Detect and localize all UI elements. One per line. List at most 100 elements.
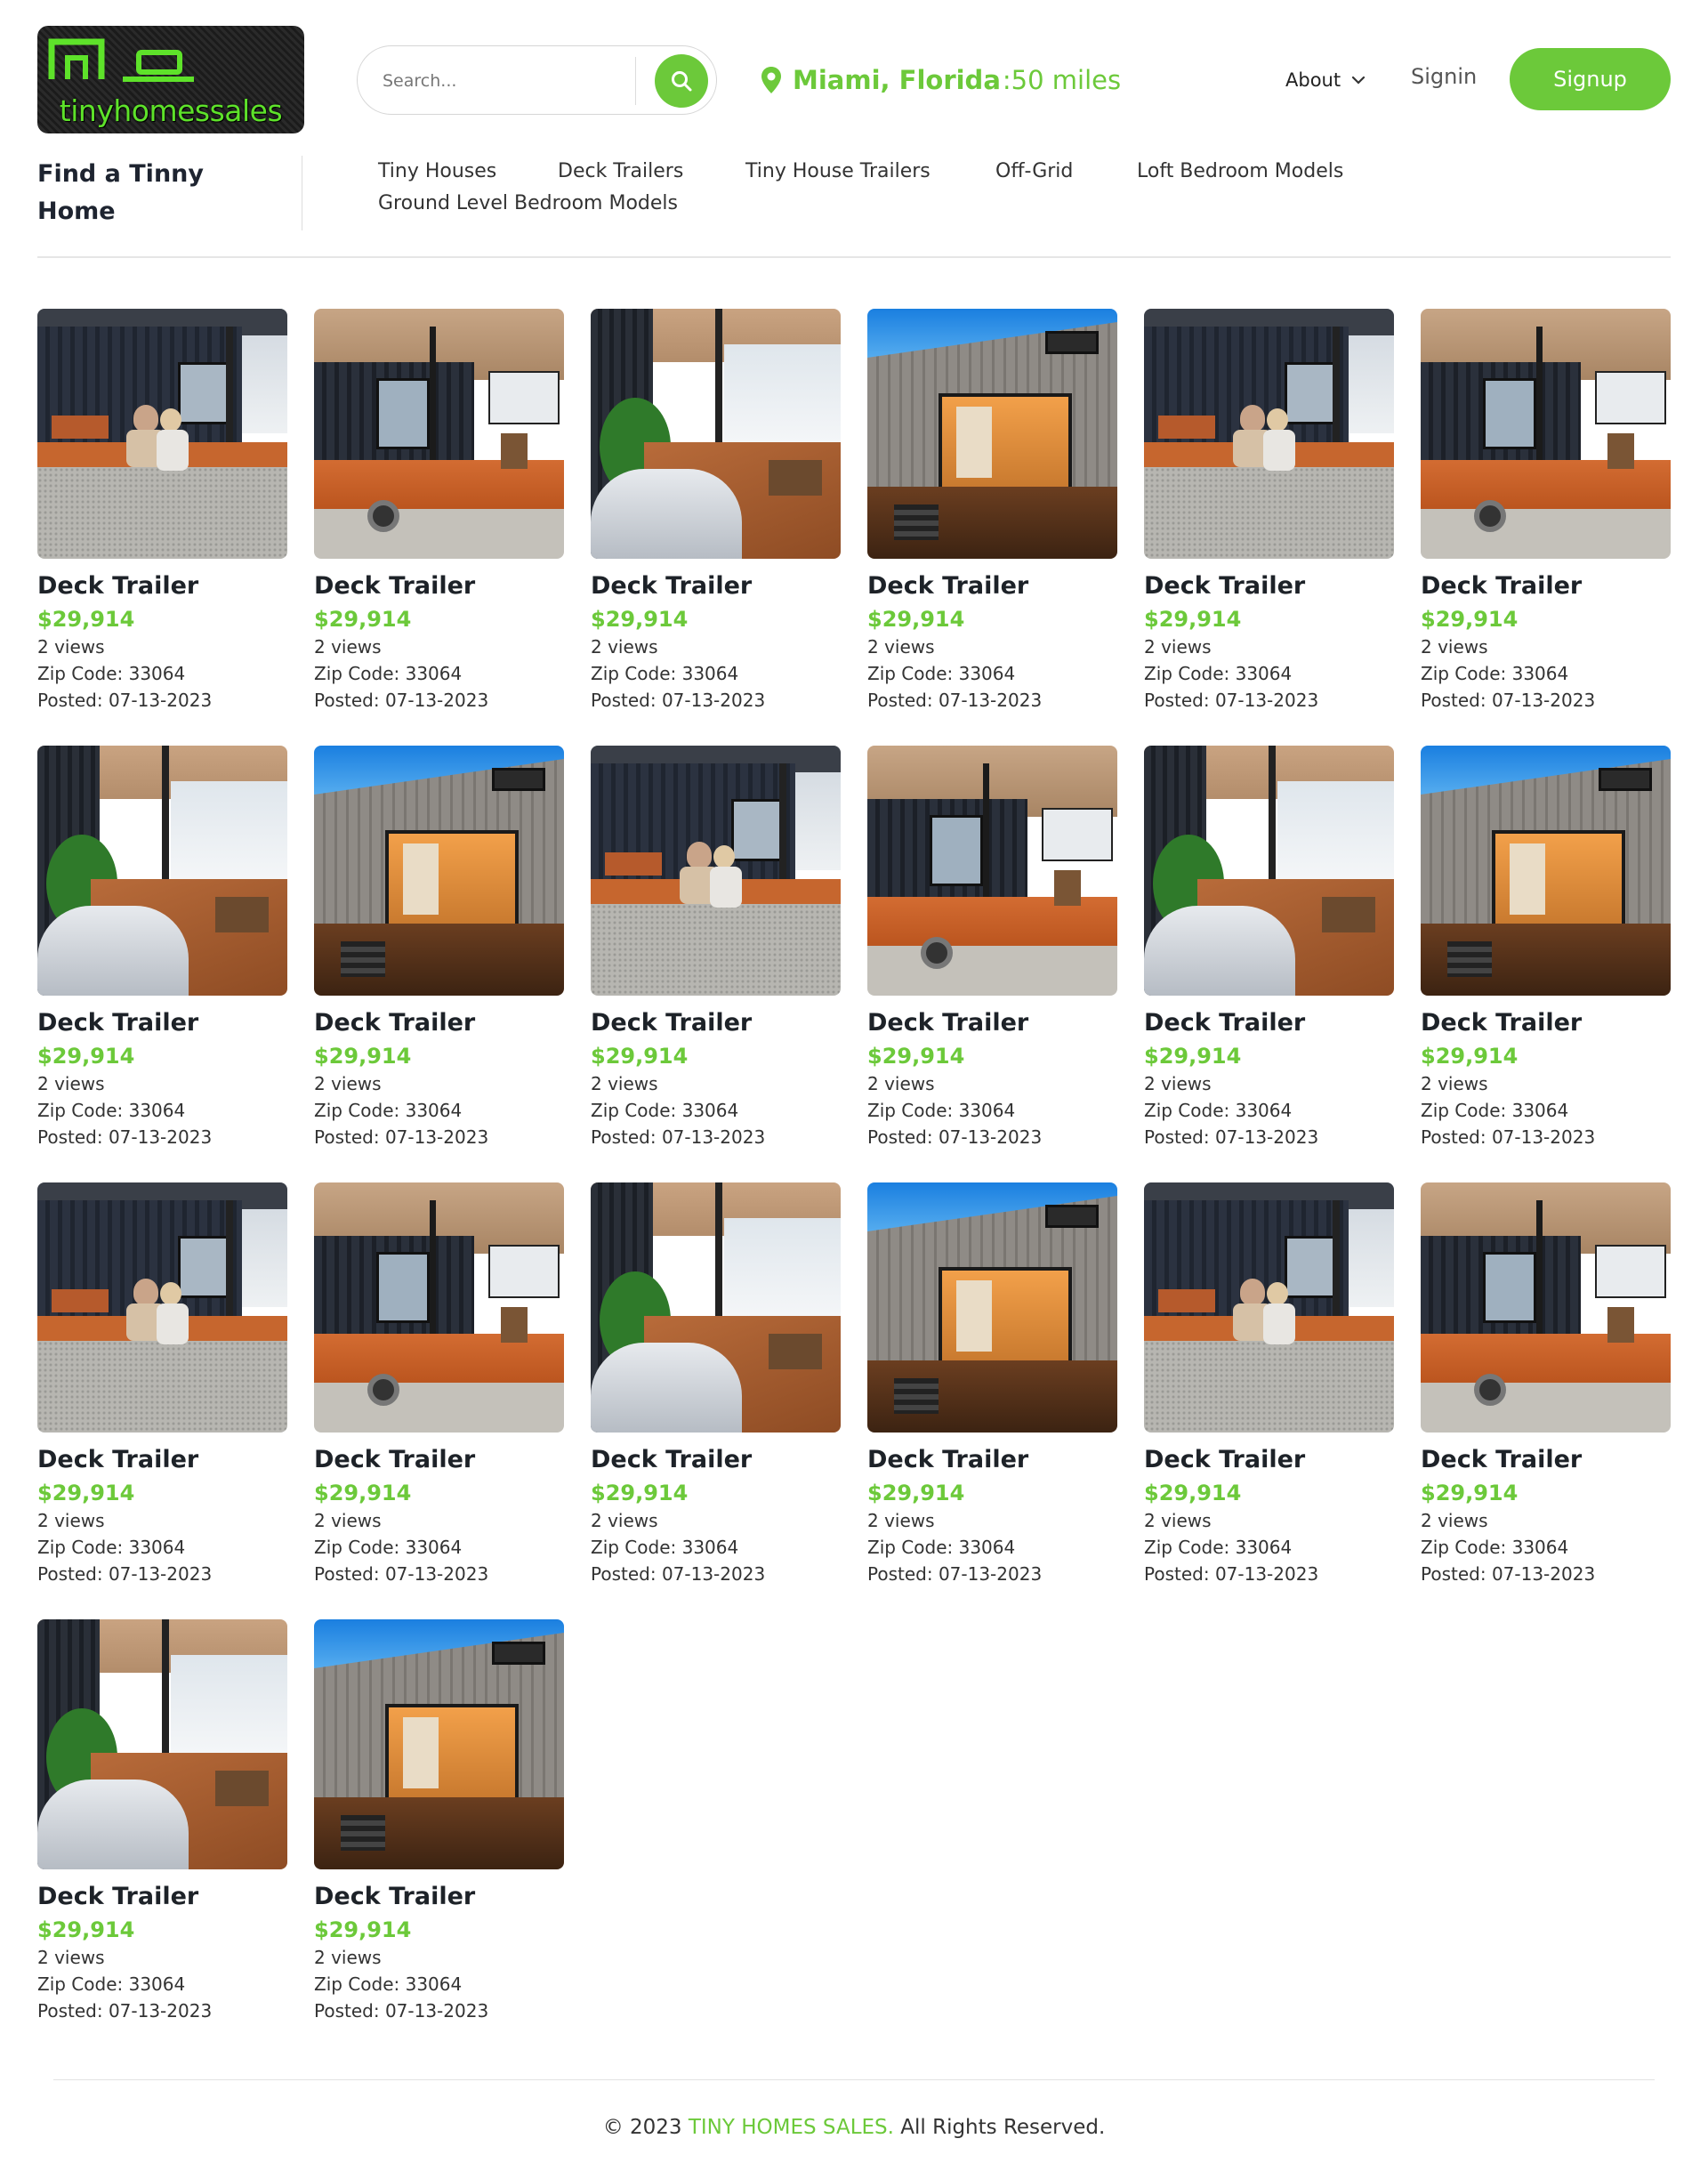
listing-price: $29,914 <box>314 607 412 632</box>
listing-photo[interactable] <box>314 1182 564 1433</box>
listing-title: Deck Trailer <box>37 572 199 600</box>
listing-posted-date: Posted: 07-13-2023 <box>867 1563 1043 1585</box>
listing-card[interactable]: Deck Trailer $29,914 2 views Zip Code: 3… <box>1421 309 1671 720</box>
listing-views: 2 views <box>314 636 382 658</box>
listing-photo[interactable] <box>1421 309 1671 559</box>
listing-price: $29,914 <box>591 607 689 632</box>
listing-views: 2 views <box>37 1073 105 1094</box>
listing-zip-code: Zip Code: 33064 <box>1421 663 1569 684</box>
listing-card[interactable]: Deck Trailer $29,914 2 views Zip Code: 3… <box>1421 746 1671 1157</box>
listing-posted-date: Posted: 07-13-2023 <box>314 1563 489 1585</box>
listing-photo[interactable] <box>37 309 287 559</box>
listing-price: $29,914 <box>591 1044 689 1069</box>
listing-card[interactable]: Deck Trailer $29,914 2 views Zip Code: 3… <box>591 1182 841 1594</box>
signin-link[interactable]: Signin <box>1411 64 1477 89</box>
listing-posted-date: Posted: 07-13-2023 <box>37 2000 213 2022</box>
listing-price: $29,914 <box>1421 1481 1519 1505</box>
listing-photo[interactable] <box>314 309 564 559</box>
listing-photo[interactable] <box>1421 746 1671 996</box>
listing-photo[interactable] <box>867 746 1117 996</box>
site-logo[interactable]: tinyhomessales <box>37 26 304 133</box>
category-off-grid[interactable]: Off-Grid <box>995 160 1073 182</box>
listing-title: Deck Trailer <box>867 1446 1029 1473</box>
listing-card[interactable]: Deck Trailer $29,914 2 views Zip Code: 3… <box>37 1619 287 2030</box>
listing-views: 2 views <box>867 636 935 658</box>
listing-zip-code: Zip Code: 33064 <box>867 1537 1016 1558</box>
listing-photo[interactable] <box>314 1619 564 1869</box>
search-button[interactable] <box>655 54 708 108</box>
listing-price: $29,914 <box>314 1917 412 1942</box>
listing-card[interactable]: Deck Trailer $29,914 2 views Zip Code: 3… <box>1144 1182 1394 1594</box>
listing-posted-date: Posted: 07-13-2023 <box>37 690 213 711</box>
listing-zip-code: Zip Code: 33064 <box>37 1537 186 1558</box>
listing-photo[interactable] <box>37 1619 287 1869</box>
listing-card[interactable]: Deck Trailer $29,914 2 views Zip Code: 3… <box>37 309 287 720</box>
listing-card[interactable]: Deck Trailer $29,914 2 views Zip Code: 3… <box>591 309 841 720</box>
signup-button[interactable]: Signup <box>1510 48 1671 110</box>
listing-card[interactable]: Deck Trailer $29,914 2 views Zip Code: 3… <box>37 1182 287 1594</box>
listing-title: Deck Trailer <box>37 1883 199 1910</box>
listing-price: $29,914 <box>1144 1481 1242 1505</box>
category-tiny-house-trailers[interactable]: Tiny House Trailers <box>745 160 931 182</box>
listing-card[interactable]: Deck Trailer $29,914 2 views Zip Code: 3… <box>867 746 1117 1157</box>
listing-views: 2 views <box>867 1073 935 1094</box>
listing-photo[interactable] <box>867 309 1117 559</box>
listing-card[interactable]: Deck Trailer $29,914 2 views Zip Code: 3… <box>37 746 287 1157</box>
listing-price: $29,914 <box>37 1044 135 1069</box>
listing-photo[interactable] <box>591 1182 841 1433</box>
listing-posted-date: Posted: 07-13-2023 <box>37 1563 213 1585</box>
listing-zip-code: Zip Code: 33064 <box>591 663 739 684</box>
listing-views: 2 views <box>314 1510 382 1531</box>
listing-price: $29,914 <box>867 1481 965 1505</box>
listing-photo[interactable] <box>37 746 287 996</box>
listing-views: 2 views <box>314 1073 382 1094</box>
listing-photo[interactable] <box>37 1182 287 1433</box>
listing-zip-code: Zip Code: 33064 <box>867 663 1016 684</box>
category-loft-bedroom-models[interactable]: Loft Bedroom Models <box>1137 160 1343 182</box>
listing-photo[interactable] <box>1144 1182 1394 1433</box>
listing-title: Deck Trailer <box>591 1009 753 1037</box>
listing-card[interactable]: Deck Trailer $29,914 2 views Zip Code: 3… <box>314 746 564 1157</box>
listing-views: 2 views <box>1421 1073 1488 1094</box>
search-input[interactable] <box>383 66 614 96</box>
footer-brand-link[interactable]: TINY HOMES SALES. <box>689 2116 894 2139</box>
listing-card[interactable]: Deck Trailer $29,914 2 views Zip Code: 3… <box>867 309 1117 720</box>
header-divider <box>37 256 1671 258</box>
listing-views: 2 views <box>591 636 658 658</box>
listing-price: $29,914 <box>314 1481 412 1505</box>
listing-card[interactable]: Deck Trailer $29,914 2 views Zip Code: 3… <box>314 1619 564 2030</box>
listing-card[interactable]: Deck Trailer $29,914 2 views Zip Code: 3… <box>314 1182 564 1594</box>
listing-photo[interactable] <box>314 746 564 996</box>
listing-views: 2 views <box>1421 1510 1488 1531</box>
listing-photo[interactable] <box>1144 746 1394 996</box>
listing-photo[interactable] <box>1421 1182 1671 1433</box>
listing-photo[interactable] <box>591 309 841 559</box>
listing-photo[interactable] <box>867 1182 1117 1433</box>
listing-card[interactable]: Deck Trailer $29,914 2 views Zip Code: 3… <box>1421 1182 1671 1594</box>
category-ground-level-bedroom-models[interactable]: Ground Level Bedroom Models <box>378 192 678 214</box>
listing-zip-code: Zip Code: 33064 <box>37 663 186 684</box>
listing-title: Deck Trailer <box>37 1009 199 1037</box>
listing-posted-date: Posted: 07-13-2023 <box>1144 1563 1319 1585</box>
about-menu[interactable]: About <box>1285 66 1366 94</box>
listing-photo[interactable] <box>591 746 841 996</box>
listing-card[interactable]: Deck Trailer $29,914 2 views Zip Code: 3… <box>1144 746 1394 1157</box>
listing-views: 2 views <box>314 1947 382 1968</box>
location-selector[interactable]: Miami, Florida :50 miles <box>761 59 1121 101</box>
location-radius: :50 miles <box>1002 65 1122 95</box>
find-home-title: Find a Tinny Home <box>37 160 204 225</box>
listing-posted-date: Posted: 07-13-2023 <box>314 2000 489 2022</box>
listing-price: $29,914 <box>1144 607 1242 632</box>
listing-posted-date: Posted: 07-13-2023 <box>867 1126 1043 1148</box>
listing-card[interactable]: Deck Trailer $29,914 2 views Zip Code: 3… <box>867 1182 1117 1594</box>
listing-title: Deck Trailer <box>867 1009 1029 1037</box>
listing-title: Deck Trailer <box>314 1446 476 1473</box>
listing-views: 2 views <box>591 1073 658 1094</box>
category-tiny-houses[interactable]: Tiny Houses <box>378 160 496 182</box>
listing-card[interactable]: Deck Trailer $29,914 2 views Zip Code: 3… <box>591 746 841 1157</box>
listing-card[interactable]: Deck Trailer $29,914 2 views Zip Code: 3… <box>1144 309 1394 720</box>
listing-title: Deck Trailer <box>314 1883 476 1910</box>
category-deck-trailers[interactable]: Deck Trailers <box>558 160 683 182</box>
listing-photo[interactable] <box>1144 309 1394 559</box>
listing-card[interactable]: Deck Trailer $29,914 2 views Zip Code: 3… <box>314 309 564 720</box>
